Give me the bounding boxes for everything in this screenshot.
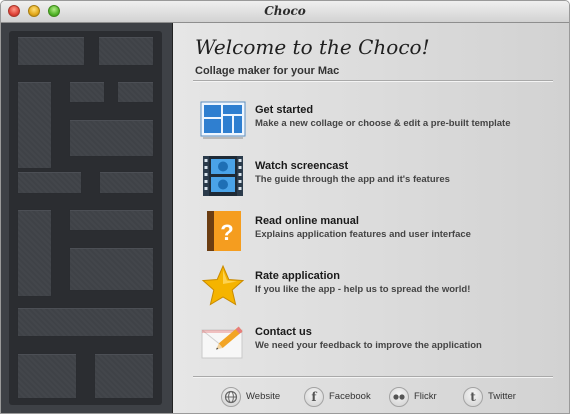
flickr-icon bbox=[389, 387, 409, 407]
rate-application-desc: If you like the app - help us to spread … bbox=[255, 284, 471, 295]
collage-tile bbox=[69, 81, 105, 103]
facebook-icon: f bbox=[304, 387, 324, 407]
globe-icon bbox=[221, 387, 241, 407]
contact-us-title: Contact us bbox=[255, 326, 312, 338]
collage-tile bbox=[98, 36, 154, 66]
window-title: Choco bbox=[264, 4, 306, 18]
film-strip-icon bbox=[203, 156, 243, 196]
welcome-panel: Welcome to the Choco! Collage maker for … bbox=[173, 23, 569, 413]
get-started-item[interactable]: Get started Make a new collage or choose… bbox=[199, 98, 559, 146]
collage-tile bbox=[17, 81, 52, 169]
read-manual-item[interactable]: ? Read online manual Explains applicatio… bbox=[199, 209, 559, 257]
rate-application-item[interactable]: Rate application If you like the app - h… bbox=[199, 264, 559, 312]
twitter-icon: t bbox=[463, 387, 483, 407]
collage-tile bbox=[17, 353, 77, 399]
collage-tile bbox=[69, 247, 154, 291]
collage-tile bbox=[117, 81, 154, 103]
collage-tile bbox=[17, 307, 154, 337]
welcome-subtitle: Collage maker for your Mac bbox=[195, 65, 340, 77]
welcome-heading: Welcome to the Choco! bbox=[195, 35, 430, 59]
envelope-pencil-icon bbox=[201, 326, 243, 359]
star-icon bbox=[201, 264, 245, 306]
get-started-title: Get started bbox=[255, 104, 314, 116]
collage-tile bbox=[17, 171, 82, 194]
read-manual-desc: Explains application features and user i… bbox=[255, 229, 471, 240]
collage-tile bbox=[69, 119, 154, 157]
collage-tile bbox=[99, 171, 154, 194]
facebook-label: Facebook bbox=[329, 391, 371, 402]
website-label: Website bbox=[246, 391, 281, 402]
collage-tile bbox=[69, 209, 154, 231]
rate-application-title: Rate application bbox=[255, 270, 340, 282]
contact-us-item[interactable]: Contact us We need your feedback to impr… bbox=[199, 320, 559, 368]
collage-tile bbox=[94, 353, 154, 399]
flickr-label: Flickr bbox=[414, 391, 437, 402]
footer-links: Website f Facebook Flickr t Twitter bbox=[173, 378, 569, 413]
watch-screencast-desc: The guide through the app and it's featu… bbox=[255, 174, 450, 185]
read-manual-title: Read online manual bbox=[255, 215, 359, 227]
collage-preview-panel bbox=[1, 23, 173, 413]
watch-screencast-title: Watch screencast bbox=[255, 160, 349, 172]
bottom-divider bbox=[193, 376, 553, 377]
manual-book-icon: ? bbox=[207, 211, 241, 251]
layout-grid-icon bbox=[200, 101, 246, 139]
title-bar: Choco bbox=[1, 1, 569, 23]
collage-tile bbox=[17, 209, 52, 297]
collage-frame bbox=[9, 31, 162, 405]
contact-us-desc: We need your feedback to improve the app… bbox=[255, 340, 482, 351]
twitter-label: Twitter bbox=[488, 391, 516, 402]
get-started-desc: Make a new collage or choose & edit a pr… bbox=[255, 118, 511, 129]
app-window: Choco Welcome to the Choco! Collage make… bbox=[0, 0, 570, 414]
collage-tile bbox=[17, 36, 85, 66]
watch-screencast-item[interactable]: Watch screencast The guide through the a… bbox=[199, 154, 559, 202]
top-divider bbox=[193, 80, 553, 81]
svg-text:?: ? bbox=[220, 220, 233, 245]
